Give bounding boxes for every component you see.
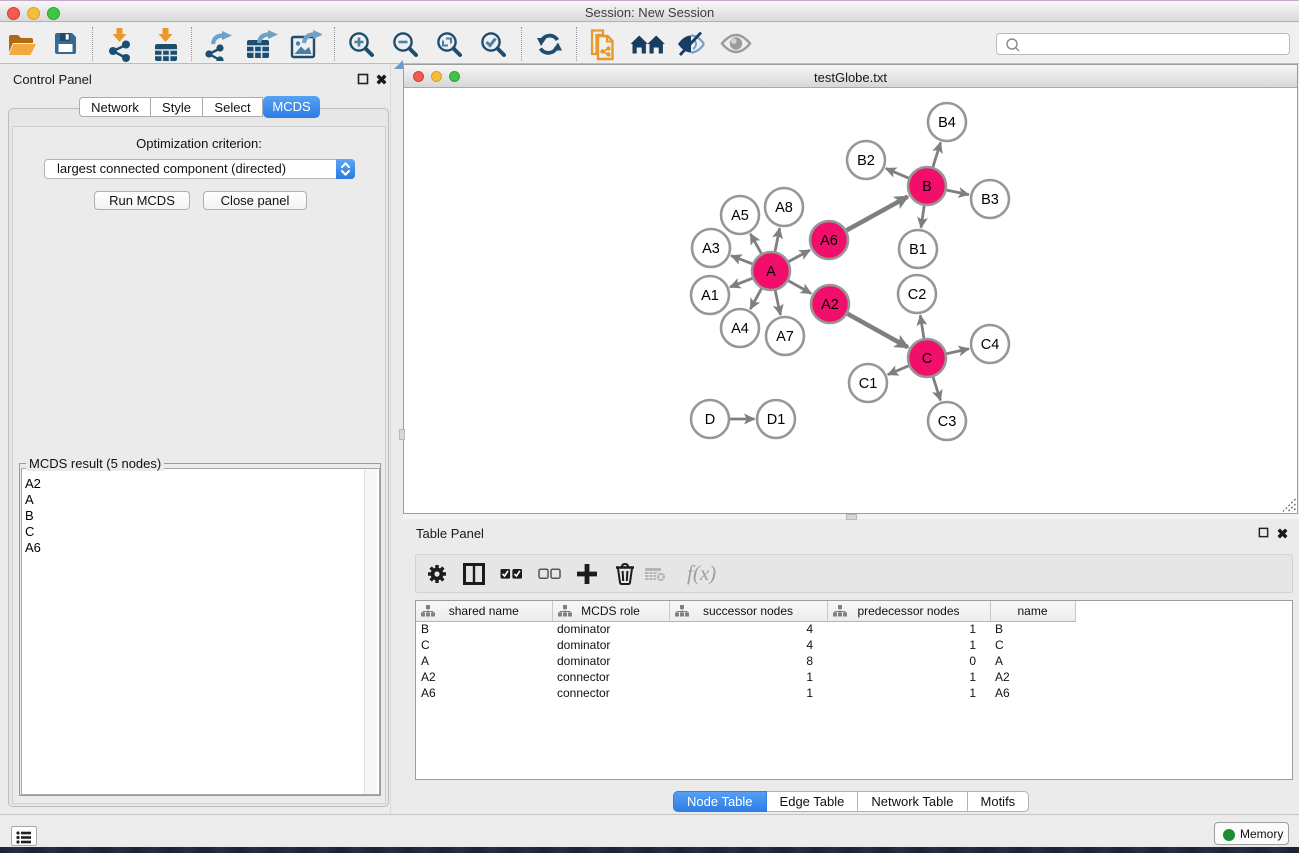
svg-text:C3: C3 xyxy=(938,414,957,430)
svg-text:C1: C1 xyxy=(859,376,878,392)
svg-text:B1: B1 xyxy=(909,242,927,258)
svg-text:C4: C4 xyxy=(981,337,1000,353)
svg-text:B2: B2 xyxy=(857,153,875,169)
svg-text:B3: B3 xyxy=(981,192,999,208)
svg-text:C2: C2 xyxy=(908,287,927,303)
svg-text:A5: A5 xyxy=(731,208,749,224)
svg-text:A: A xyxy=(766,264,776,280)
svg-text:D: D xyxy=(705,412,715,428)
svg-text:A6: A6 xyxy=(820,233,838,249)
svg-text:C: C xyxy=(922,351,932,367)
svg-text:A3: A3 xyxy=(702,241,720,257)
svg-text:B: B xyxy=(922,179,932,195)
svg-text:A2: A2 xyxy=(821,297,839,313)
svg-text:A4: A4 xyxy=(731,321,749,337)
svg-text:B4: B4 xyxy=(938,115,956,131)
svg-text:A8: A8 xyxy=(775,200,793,216)
svg-text:A1: A1 xyxy=(701,288,719,304)
svg-text:D1: D1 xyxy=(767,412,786,428)
svg-text:A7: A7 xyxy=(776,329,794,345)
